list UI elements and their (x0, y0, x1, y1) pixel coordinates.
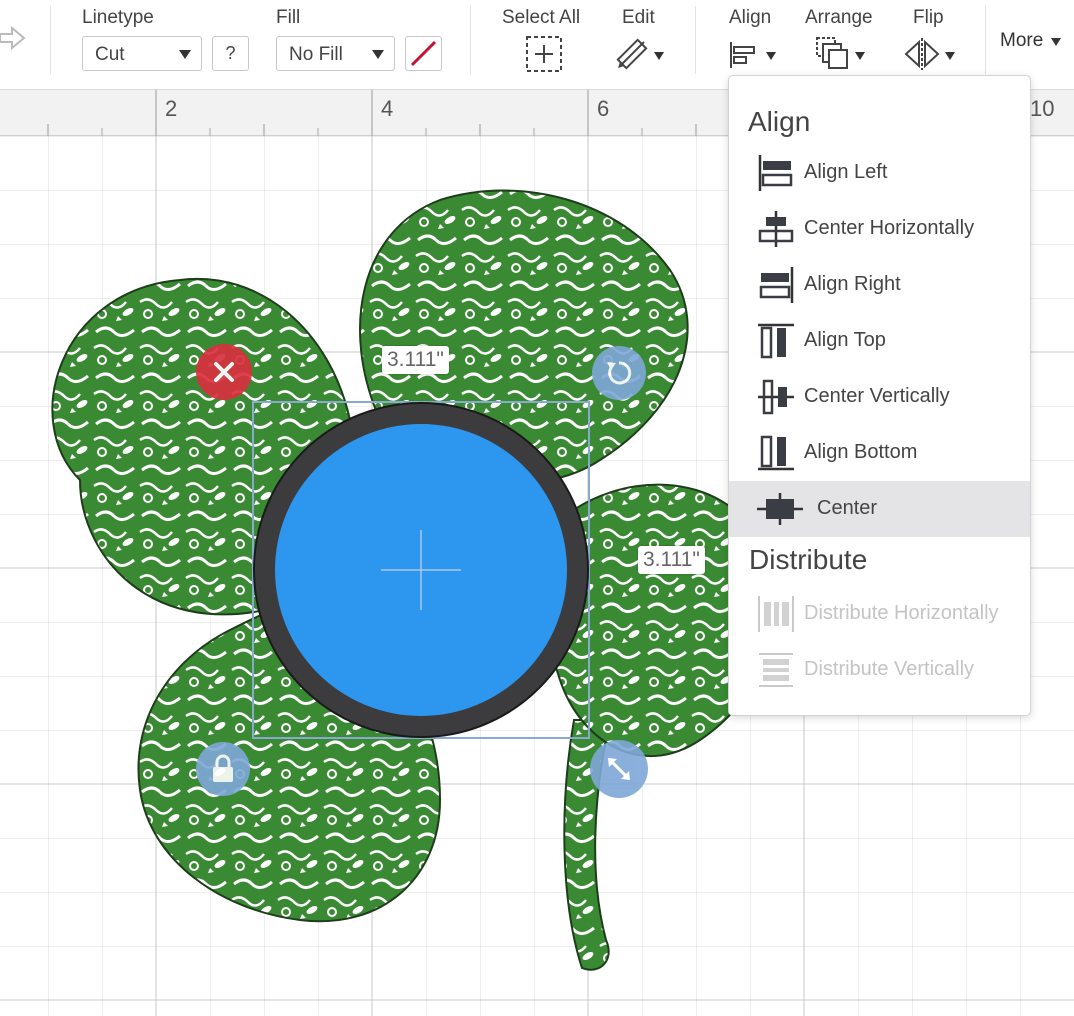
close-icon (214, 362, 234, 382)
menu-item-distribute-horizontally: Distribute Horizontally (729, 586, 1030, 642)
height-dimension-label: 3.111" (638, 546, 705, 574)
toolbar-divider (50, 6, 51, 74)
ruler-label: 2 (165, 96, 178, 121)
edit-label: Edit (622, 7, 655, 28)
menu-item-label: Align Right (804, 273, 901, 295)
menu-item-align-left[interactable]: Align Left (729, 145, 1030, 201)
arrow-right-icon[interactable] (0, 26, 26, 50)
center-horizontally-icon (758, 211, 794, 247)
menu-item-distribute-vertically: Distribute Vertically (729, 642, 1030, 698)
flip-icon (904, 38, 940, 70)
fill-label: Fill (276, 7, 301, 28)
menu-item-label: Center (817, 497, 878, 519)
toolbar-divider (695, 6, 696, 74)
menu-item-label: Center Horizontally (804, 217, 975, 239)
align-section-heading: Align (748, 106, 811, 137)
fill-color-swatch[interactable] (405, 36, 442, 71)
menu-item-label: Align Bottom (804, 441, 918, 463)
arrange-dropdown[interactable] (815, 36, 871, 72)
center-vertically-icon (758, 379, 794, 415)
edit-dropdown[interactable] (614, 36, 670, 72)
menu-item-align-right[interactable]: Align Right (729, 257, 1030, 313)
chevron-down-icon (179, 50, 191, 59)
no-fill-swatch-icon (410, 40, 437, 67)
align-top-icon (758, 323, 794, 359)
align-right-icon (759, 267, 794, 303)
ruler-label: 10 (1030, 96, 1055, 121)
arrange-layers-icon (816, 37, 848, 69)
align-bottom-icon (758, 435, 794, 471)
align-dropdown[interactable] (728, 38, 780, 72)
menu-item-label: Center Vertically (804, 385, 950, 407)
center-icon (757, 493, 803, 525)
toolbar-divider (470, 6, 471, 74)
distribute-vertically-icon (759, 653, 793, 687)
flip-dropdown[interactable] (903, 36, 959, 72)
linetype-value: Cut (95, 44, 125, 65)
menu-item-center-horizontally[interactable]: Center Horizontally (729, 201, 1030, 257)
menu-item-align-top[interactable]: Align Top (729, 313, 1030, 369)
select-all-icon[interactable] (526, 36, 562, 72)
resize-handle[interactable] (590, 740, 648, 798)
lock-icon (213, 754, 233, 782)
ruler-label: 6 (597, 96, 610, 121)
chevron-down-icon (855, 52, 865, 60)
align-dropdown-menu: Align Align Left Center Horizontally Ali… (728, 75, 1031, 716)
ruler-label: 4 (381, 96, 394, 121)
distribute-horizontally-icon (758, 596, 794, 632)
pencil-ruler-icon (616, 38, 648, 70)
resize-icon (608, 758, 630, 780)
chevron-down-icon (372, 50, 384, 59)
menu-item-label: Distribute Horizontally (804, 602, 999, 624)
select-all-label: Select All (502, 7, 581, 28)
rotate-icon (607, 361, 632, 385)
linetype-select[interactable]: Cut (82, 36, 202, 71)
menu-item-label: Align Left (804, 161, 888, 183)
toolbar-divider (985, 6, 986, 74)
chevron-down-icon (654, 52, 664, 60)
chevron-down-icon (945, 52, 955, 60)
more-dropdown[interactable]: More (1000, 30, 1074, 54)
width-dimension-label: 3.111" (382, 346, 449, 374)
align-left-icon (758, 155, 793, 191)
menu-item-label: Align Top (804, 329, 886, 351)
align-left-icon (730, 42, 755, 68)
menu-item-align-bottom[interactable]: Align Bottom (729, 425, 1030, 481)
align-label: Align (729, 7, 772, 28)
more-label: More (1000, 30, 1044, 51)
chevron-down-icon (1051, 38, 1061, 46)
lock-handle[interactable] (196, 742, 250, 796)
chevron-down-icon (766, 52, 776, 60)
linetype-help-button[interactable]: ? (212, 36, 249, 71)
menu-item-center[interactable]: Center (729, 481, 1030, 537)
rotate-handle[interactable] (592, 346, 646, 400)
fill-value: No Fill (289, 44, 343, 65)
menu-item-center-vertically[interactable]: Center Vertically (729, 369, 1030, 425)
distribute-section-heading: Distribute (749, 544, 868, 575)
flip-label: Flip (913, 7, 944, 28)
linetype-label: Linetype (82, 7, 154, 28)
fill-select[interactable]: No Fill (276, 36, 395, 71)
delete-handle[interactable] (196, 344, 252, 400)
menu-item-label: Distribute Vertically (804, 658, 975, 680)
arrange-label: Arrange (805, 7, 873, 28)
